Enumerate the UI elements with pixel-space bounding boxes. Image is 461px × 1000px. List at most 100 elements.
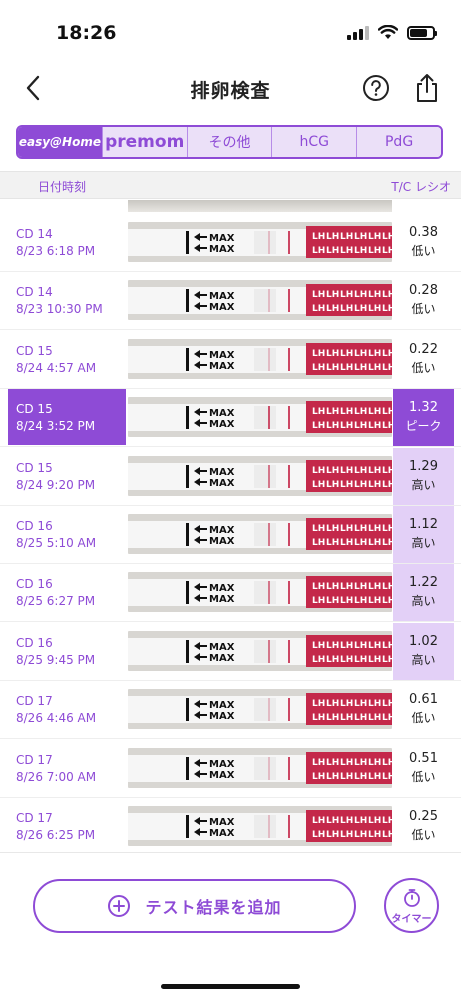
add-test-result-button[interactable]: テスト結果を追加 bbox=[33, 879, 356, 933]
svg-text:LH: LH bbox=[368, 480, 381, 490]
svg-text:MAX: MAX bbox=[209, 583, 235, 594]
tc-ratio-cell: 0.51 低い bbox=[393, 740, 454, 797]
svg-text:LH: LH bbox=[368, 524, 381, 534]
test-result-row[interactable]: CD 17 8/26 6:25 PM MAX MAX LH LH LH LH LH LH LH LH L… bbox=[0, 798, 461, 852]
tab-premom[interactable]: premom bbox=[102, 127, 188, 157]
column-header: 日付時刻 T/C レシオ bbox=[0, 171, 461, 199]
tc-ratio-cell: 0.25 低い bbox=[393, 798, 454, 852]
test-result-row[interactable]: CD 17 8/26 7:00 AM MAX MAX LH LH LH LH LH LH LH LH L… bbox=[0, 740, 461, 798]
svg-text:LH: LH bbox=[368, 246, 381, 256]
svg-text:LH: LH bbox=[326, 713, 339, 723]
test-datetime: 8/23 6:18 PM bbox=[16, 244, 96, 258]
cycle-day: CD 16 bbox=[16, 577, 53, 592]
nav-bar: 排卵検査 bbox=[0, 62, 461, 116]
tab-label: hCG bbox=[299, 134, 330, 150]
svg-text:LH: LH bbox=[382, 655, 392, 665]
svg-text:LH: LH bbox=[340, 290, 353, 300]
test-strip-image: MAX MAX LH LH LH LH LH LH LH LH LH LH LH LH bbox=[128, 397, 392, 438]
test-strip-image: MAX MAX LH LH LH LH LH LH LH LH LH LH LH LH bbox=[128, 514, 392, 554]
test-result-list[interactable]: CD 14 8/23 6:18 PM MAX MAX LH LH LH LH LH LH LH LH L… bbox=[0, 200, 461, 852]
test-datetime: 8/24 4:57 AM bbox=[16, 360, 97, 375]
svg-text:LH: LH bbox=[312, 816, 325, 826]
svg-text:LH: LH bbox=[326, 349, 339, 359]
tc-ratio-value: 0.61 bbox=[409, 692, 438, 708]
svg-text:LH: LH bbox=[382, 421, 392, 431]
test-strip-image: MAX MAX LH LH LH LH LH LH LH LH LH LH LH LH bbox=[128, 806, 392, 846]
svg-text:MAX: MAX bbox=[209, 817, 235, 828]
test-datetime: 8/25 6:27 PM bbox=[16, 594, 96, 609]
svg-text:MAX: MAX bbox=[209, 350, 235, 361]
svg-text:LH: LH bbox=[312, 480, 325, 490]
svg-text:LH: LH bbox=[340, 232, 353, 242]
tc-ratio-cell: 1.12 高い bbox=[393, 506, 454, 563]
svg-text:LH: LH bbox=[340, 246, 353, 256]
svg-text:MAX: MAX bbox=[209, 759, 235, 770]
test-result-row[interactable]: CD 16 8/25 6:27 PM MAX MAX LH LH LH LH LH LH LH LH L… bbox=[0, 564, 461, 623]
svg-text:LH: LH bbox=[382, 699, 392, 709]
svg-text:LH: LH bbox=[368, 290, 381, 300]
svg-text:LH: LH bbox=[312, 524, 325, 534]
svg-text:LH: LH bbox=[340, 713, 353, 723]
svg-text:LH: LH bbox=[368, 758, 381, 768]
tc-ratio-value: 0.51 bbox=[409, 750, 438, 766]
timer-label: タイマー bbox=[391, 914, 432, 925]
svg-text:LH: LH bbox=[312, 290, 325, 300]
row-date-cell: CD 17 8/26 7:00 AM bbox=[16, 752, 128, 786]
svg-text:LH: LH bbox=[368, 772, 381, 782]
svg-text:LH: LH bbox=[312, 246, 325, 256]
svg-text:LH: LH bbox=[368, 699, 381, 709]
svg-text:LH: LH bbox=[340, 816, 353, 826]
svg-text:LH: LH bbox=[340, 758, 353, 768]
tab-other[interactable]: その他 bbox=[187, 127, 273, 157]
status-icons bbox=[347, 25, 437, 40]
test-datetime: 8/26 4:46 AM bbox=[16, 711, 97, 726]
svg-text:MAX: MAX bbox=[209, 594, 235, 605]
share-button[interactable] bbox=[413, 72, 441, 104]
svg-text:LH: LH bbox=[312, 421, 325, 431]
test-result-row[interactable]: CD 16 8/25 5:10 AM MAX MAX LH LH LH LH LH LH LH LH L… bbox=[0, 506, 461, 564]
svg-text:LH: LH bbox=[326, 772, 339, 782]
svg-text:LH: LH bbox=[382, 596, 392, 606]
test-result-row[interactable]: CD 14 8/23 6:18 PM MAX MAX LH LH LH LH LH LH LH LH L… bbox=[0, 214, 461, 272]
svg-text:LH: LH bbox=[326, 655, 339, 665]
svg-text:LH: LH bbox=[368, 421, 381, 431]
test-result-row[interactable]: CD 17 8/26 4:46 AM MAX MAX LH LH LH LH LH LH LH LH L… bbox=[0, 681, 461, 740]
tab-pdg[interactable]: PdG bbox=[357, 127, 441, 157]
help-button[interactable] bbox=[362, 74, 390, 102]
tc-ratio-value: 1.32 bbox=[409, 400, 438, 416]
svg-text:LH: LH bbox=[312, 699, 325, 709]
svg-text:LH: LH bbox=[368, 596, 381, 606]
lh-level-label: 低い bbox=[411, 244, 436, 258]
test-result-row[interactable]: CD 15 8/24 4:57 AM MAX MAX LH LH LH LH LH LH LH LH L… bbox=[0, 331, 461, 389]
divider bbox=[0, 852, 461, 853]
svg-text:LH: LH bbox=[368, 349, 381, 359]
share-icon bbox=[417, 74, 437, 102]
lh-level-label: 高い bbox=[411, 594, 436, 609]
svg-text:MAX: MAX bbox=[209, 478, 235, 489]
svg-text:LH: LH bbox=[382, 349, 392, 359]
test-result-row[interactable]: CD 14 8/23 10:30 PM MAX MAX LH LH LH LH LH LH LH LH… bbox=[0, 272, 461, 331]
test-strip-image: MAX MAX LH LH LH LH LH LH LH LH LH LH LH LH bbox=[128, 338, 392, 379]
svg-text:MAX: MAX bbox=[209, 536, 235, 547]
test-datetime: 8/24 9:20 PM bbox=[16, 477, 96, 492]
svg-text:LH: LH bbox=[340, 466, 353, 476]
svg-text:LH: LH bbox=[382, 772, 392, 782]
svg-text:LH: LH bbox=[382, 538, 392, 548]
timer-button[interactable]: タイマー bbox=[384, 878, 439, 933]
tab-easy-at-home[interactable]: easy@Home bbox=[18, 127, 103, 157]
lh-level-label: ピーク bbox=[405, 419, 442, 434]
test-strip-image: MAX MAX LH LH LH LH LH LH LH LH LH LH LH LH bbox=[128, 572, 392, 613]
tab-hcg[interactable]: hCG bbox=[272, 127, 358, 157]
svg-text:LH: LH bbox=[312, 304, 325, 314]
svg-text:LH: LH bbox=[382, 304, 392, 314]
svg-text:LH: LH bbox=[340, 421, 353, 431]
test-result-row[interactable]: CD 15 8/24 3:52 PM MAX MAX LH LH LH LH LH LH LH LH L… bbox=[0, 389, 461, 448]
svg-text:LH: LH bbox=[312, 830, 325, 840]
svg-text:LH: LH bbox=[382, 758, 392, 768]
test-result-row[interactable]: CD 15 8/24 9:20 PM MAX MAX LH LH LH LH LH LH LH LH L… bbox=[0, 447, 461, 506]
svg-text:LH: LH bbox=[326, 246, 339, 256]
svg-text:MAX: MAX bbox=[209, 828, 235, 839]
test-result-row[interactable]: CD 16 8/25 9:45 PM MAX MAX LH LH LH LH LH LH LH LH L… bbox=[0, 622, 461, 681]
svg-text:MAX: MAX bbox=[209, 770, 235, 781]
row-date-cell: CD 15 8/24 9:20 PM bbox=[16, 460, 128, 494]
